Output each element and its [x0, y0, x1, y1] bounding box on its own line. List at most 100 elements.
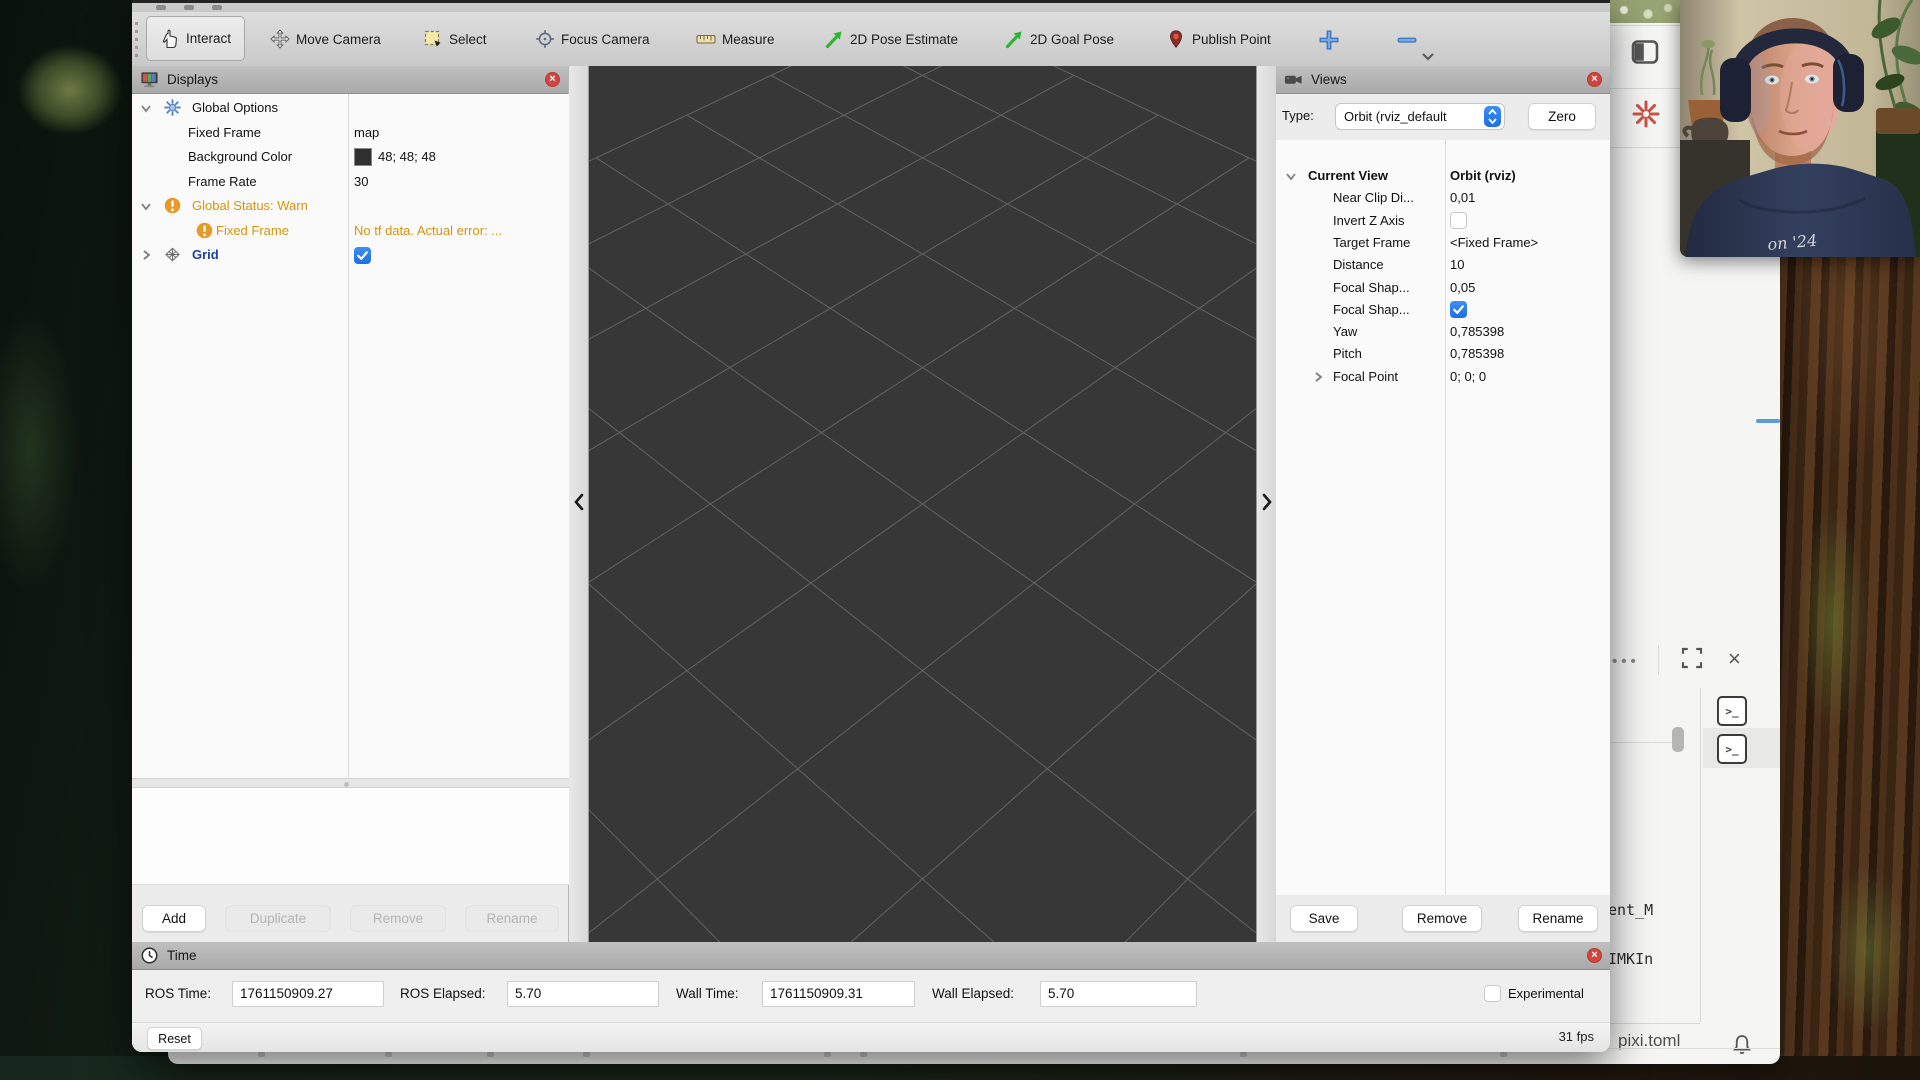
tree-row-distance[interactable]: Distance10	[1276, 253, 1610, 275]
value-cell[interactable]: <Fixed Frame>	[1450, 231, 1538, 255]
chevron-right-icon[interactable]	[140, 249, 152, 261]
add-button[interactable]: Add	[142, 905, 206, 932]
tool-2d-goal-pose[interactable]: 2D Goal Pose	[1004, 24, 1114, 54]
minus-icon[interactable]	[1396, 29, 1418, 51]
ros-elapsed-input[interactable]: 5.70	[507, 981, 659, 1007]
chevron-down-icon[interactable]	[1420, 50, 1436, 62]
color-swatch[interactable]	[354, 148, 372, 166]
value-cell[interactable]: 30	[354, 170, 368, 194]
tool-publish-point[interactable]: Publish Point	[1166, 24, 1271, 54]
3d-viewport[interactable]	[589, 66, 1256, 942]
views-panel-header[interactable]: Views ×	[1276, 66, 1610, 94]
up-down-stepper-icon[interactable]	[1484, 106, 1501, 127]
button-label: Rename	[1532, 911, 1583, 926]
fps-counter: 31 fps	[1559, 1029, 1594, 1044]
tool-measure[interactable]: Measure	[696, 24, 775, 54]
checkbox-checked[interactable]	[354, 247, 371, 264]
terminal-icon[interactable]: >_	[1717, 734, 1747, 764]
tree-row-global-options[interactable]: Global Options	[132, 96, 569, 120]
tree-row-background-color[interactable]: Background Color48; 48; 48	[132, 145, 569, 169]
panel-splitter[interactable]	[132, 778, 569, 788]
value-cell[interactable]	[1450, 298, 1467, 322]
time-panel-header[interactable]: Time ×	[132, 942, 1610, 970]
tree-row-global-status-warn[interactable]: Global Status: Warn	[132, 194, 569, 218]
ros-time-label: ROS Time:	[145, 986, 211, 1001]
plus-icon[interactable]	[1318, 29, 1340, 51]
right-panel-splitter[interactable]	[1256, 66, 1276, 942]
ros-time-input[interactable]: 1761150909.27	[232, 981, 384, 1007]
checkbox-checked[interactable]	[1450, 301, 1467, 318]
bell-icon[interactable]	[1730, 1033, 1754, 1057]
tree-row-fixed-frame[interactable]: Fixed FrameNo tf data. Actual error: ...	[132, 219, 569, 243]
chevron-down-icon[interactable]	[1285, 170, 1297, 182]
tree-row-yaw[interactable]: Yaw0,785398	[1276, 320, 1610, 342]
value-cell[interactable]: Orbit (rviz)	[1450, 164, 1516, 188]
value-cell[interactable]: 10	[1450, 253, 1464, 277]
tool-label: Select	[449, 32, 487, 47]
tree-row-invert-z-axis[interactable]: Invert Z Axis	[1276, 209, 1610, 231]
terminal-icon[interactable]: >_	[1717, 696, 1747, 726]
tool-2d-pose-estimate[interactable]: 2D Pose Estimate	[824, 24, 958, 54]
tree-row-target-frame[interactable]: Target Frame<Fixed Frame>	[1276, 231, 1610, 253]
save-button[interactable]: Save	[1290, 905, 1358, 932]
wall-time-input[interactable]: 1761150909.31	[762, 981, 915, 1007]
experimental-checkbox[interactable]	[1484, 985, 1501, 1002]
chevron-down-icon[interactable]	[140, 102, 152, 114]
close-icon[interactable]: ×	[1587, 72, 1602, 87]
zero-button[interactable]: Zero	[1528, 103, 1596, 130]
value-cell[interactable]	[1450, 209, 1467, 233]
remove-button[interactable]: Remove	[1402, 905, 1482, 932]
more-ellipsis-icon[interactable]: •••	[1612, 653, 1640, 670]
ros-elapsed-label: ROS Elapsed:	[400, 986, 486, 1001]
tree-row-fixed-frame[interactable]: Fixed Framemap	[132, 121, 569, 145]
value-cell[interactable]: map	[354, 121, 379, 145]
value-cell[interactable]: 0,785398	[1450, 342, 1504, 366]
tool-move-camera[interactable]: Move Camera	[270, 24, 381, 54]
tree-row-focal-point[interactable]: Focal Point0; 0; 0	[1276, 365, 1610, 387]
tree-row-current-view[interactable]: Current ViewOrbit (rviz)	[1276, 164, 1610, 186]
tool-interact[interactable]: Interact	[146, 16, 245, 61]
window-titlebar[interactable]	[132, 0, 1610, 12]
remove-button[interactable]: Remove	[350, 905, 446, 932]
close-x-icon[interactable]: ×	[1728, 646, 1741, 672]
tool-select[interactable]: Select	[423, 24, 487, 54]
tree-row-focal-shap[interactable]: Focal Shap...0,05	[1276, 276, 1610, 298]
checkbox-unchecked[interactable]	[1450, 212, 1467, 229]
rename-button[interactable]: Rename	[465, 905, 559, 932]
view-type-dropdown[interactable]: Orbit (rviz_default	[1335, 103, 1505, 130]
value-cell[interactable]	[354, 243, 371, 267]
value-cell[interactable]: 0,01	[1450, 186, 1475, 210]
layout-sidebar-icon[interactable]	[1630, 37, 1660, 67]
close-icon[interactable]: ×	[1587, 948, 1602, 963]
tool-focus-camera[interactable]: Focus Camera	[535, 24, 650, 54]
close-icon[interactable]: ×	[545, 72, 560, 87]
chevron-down-icon[interactable]	[140, 200, 152, 212]
move-arrows-icon	[270, 29, 290, 49]
duplicate-button[interactable]: Duplicate	[225, 905, 331, 932]
chevron-right-icon[interactable]	[1260, 490, 1274, 514]
rename-button[interactable]: Rename	[1518, 905, 1598, 932]
value-cell[interactable]: 0,05	[1450, 276, 1475, 300]
property-value: 0,785398	[1450, 320, 1504, 344]
tree-row-near-clip-di[interactable]: Near Clip Di...0,01	[1276, 186, 1610, 208]
tree-row-frame-rate[interactable]: Frame Rate30	[132, 170, 569, 194]
tree-row-focal-shap[interactable]: Focal Shap...	[1276, 298, 1610, 320]
wall-elapsed-input[interactable]: 5.70	[1040, 981, 1197, 1007]
property-label: Global Options	[192, 96, 278, 120]
experimental-toggle[interactable]: Experimental	[1484, 985, 1584, 1002]
displays-panel-header[interactable]: Displays ×	[132, 66, 568, 94]
scrollbar-thumb[interactable]	[1672, 727, 1684, 752]
value-cell[interactable]: 0; 0; 0	[1450, 365, 1486, 389]
tree-row-grid[interactable]: Grid	[132, 243, 569, 267]
tree-row-pitch[interactable]: Pitch0,785398	[1276, 342, 1610, 364]
red-asterisk-icon[interactable]	[1631, 99, 1661, 129]
chevron-left-icon[interactable]	[572, 490, 586, 514]
expand-icon[interactable]	[1680, 646, 1704, 670]
reset-button[interactable]: Reset	[147, 1027, 202, 1050]
toolbar-drag-handle[interactable]	[135, 22, 138, 58]
value-cell[interactable]: 48; 48; 48	[354, 145, 436, 169]
value-cell[interactable]: No tf data. Actual error: ...	[354, 219, 502, 243]
chevron-right-icon[interactable]	[1312, 371, 1324, 383]
value-cell[interactable]: 0,785398	[1450, 320, 1504, 344]
left-panel-splitter[interactable]	[569, 66, 589, 942]
